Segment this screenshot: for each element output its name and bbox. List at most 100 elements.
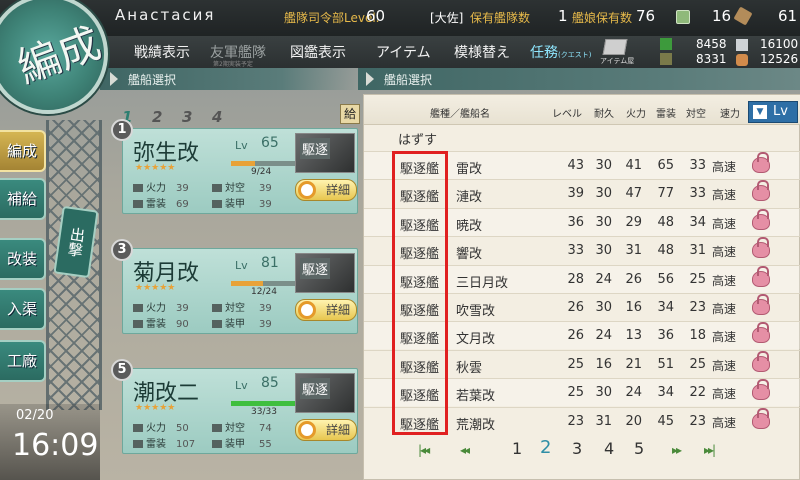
col-header-type-name: 艦種／艦船名 (430, 109, 490, 120)
anti-air-value: 39 (259, 303, 272, 314)
ship-detail-button[interactable]: 詳細 (295, 179, 357, 201)
ship-name: 吹雪改 (456, 304, 496, 319)
lock-heart-icon[interactable] (752, 237, 770, 259)
pager-page-1[interactable]: 1 (512, 439, 522, 458)
remove-ship-option[interactable]: はずす (398, 129, 437, 148)
ship-speed: 高速 (712, 387, 737, 402)
lock-heart-icon[interactable] (752, 265, 770, 287)
header-arrow-icon (366, 72, 376, 86)
fleet-ship-card[interactable]: 3 菊月改 Lv 81 ★★★★★ 12/24 火力 39 対空 39 雷装 90 装甲 39 駆逐 詳細 (111, 239, 358, 334)
pager-page-3[interactable]: 3 (572, 439, 582, 458)
sort-toggle-button[interactable]: ▼ Lv (748, 101, 798, 123)
item-shop-icon[interactable] (602, 39, 628, 55)
ship-speed: 高速 (712, 188, 737, 203)
firepower-value: 39 (176, 183, 189, 194)
lock-heart-icon[interactable] (752, 407, 770, 429)
firepower-label: 火力 (146, 303, 166, 314)
nav-quest[interactable]: 任務(クエスト) (530, 42, 591, 62)
ship-anti-air: 23 (689, 300, 706, 315)
anti-air-value: 74 (259, 423, 272, 434)
ship-speed: 高速 (712, 358, 737, 373)
ship-torpedo: 48 (657, 243, 674, 259)
nav-items[interactable]: アイテム (376, 42, 431, 62)
clock-date: 02/20 (16, 408, 54, 423)
pager-page-5[interactable]: 5 (634, 439, 644, 458)
ship-torpedo: 34 (657, 385, 674, 401)
ship-hp: 30 (595, 214, 612, 230)
fleet-ship-card[interactable]: 1 弥生改 Lv 65 ★★★★★ 9/24 火力 39 対空 39 雷装 69 装甲 39 駆逐 詳細 (111, 119, 358, 214)
ship-level: 65 (261, 135, 279, 151)
pager-first-button[interactable]: |◂◂ (418, 443, 430, 457)
ship-hp: 12/24 (251, 287, 277, 297)
sidebar-dock-button[interactable]: 入渠 (0, 288, 46, 330)
ships-owned: 76 (636, 7, 656, 25)
lock-heart-icon[interactable] (752, 152, 770, 173)
ship-hp: 30 (595, 186, 612, 202)
ship-detail-button[interactable]: 詳細 (295, 299, 357, 321)
armor-icon (212, 200, 222, 208)
fuel-icon (660, 38, 672, 50)
lock-heart-icon[interactable] (752, 379, 770, 401)
hp-bar-fill (231, 401, 295, 406)
sidebar-remodel-button[interactable]: 改装 (0, 238, 46, 280)
stat-row: 雷装 69 装甲 39 (133, 195, 279, 210)
fleet-ship-card[interactable]: 5 潮改二 Lv 85 ★★★★★ 33/33 火力 50 対空 74 雷装 107 装甲 55 駆逐 詳細 (111, 359, 358, 454)
main-nav-bar: 戦績表示 友軍艦隊 第2期実装予定 図鑑表示 アイテム 模様替え 任務(クエスト… (100, 36, 800, 68)
ship-hp: 16 (595, 356, 612, 372)
player-name: Анастасия (115, 6, 216, 24)
bauxite-icon (736, 54, 748, 66)
hp-bar (231, 401, 295, 406)
pager-next-button[interactable]: ▸▸ (672, 443, 682, 457)
lock-heart-icon[interactable] (752, 322, 770, 344)
torpedo-icon (133, 200, 143, 208)
pager-last-button[interactable]: ▸▸| (704, 443, 716, 457)
pager-prev-button[interactable]: ◂◂ (460, 443, 470, 457)
lock-heart-icon[interactable] (752, 294, 770, 315)
col-header-firepower: 火力 (626, 109, 646, 120)
item-shop-label[interactable]: アイテム屋 (600, 56, 634, 66)
fleet-tab-2[interactable]: 2 (152, 108, 176, 128)
sidebar-organize-button[interactable]: 編成 (0, 130, 46, 172)
nav-library[interactable]: 図鑑表示 (290, 42, 346, 62)
anti-air-label: 対空 (225, 303, 245, 314)
clock: 02/20 16:09 (0, 404, 100, 480)
steel-icon (736, 39, 748, 51)
anti-air-icon (212, 424, 222, 432)
torpedo-label: 雷装 (146, 319, 166, 330)
stat-row: 火力 39 対空 39 (133, 299, 279, 314)
clock-time: 16:09 (12, 428, 99, 463)
nav-quest-label: 任務 (530, 45, 558, 61)
anti-air-icon (212, 304, 222, 312)
ship-level: 81 (261, 255, 279, 271)
development-material-icon (733, 6, 753, 26)
ship-speed: 高速 (712, 245, 737, 260)
ship-firepower: 13 (625, 328, 642, 344)
hp-bar-fill (231, 161, 255, 166)
ship-detail-button[interactable]: 詳細 (295, 419, 357, 441)
fleet-tab-4[interactable]: 4 (212, 108, 236, 128)
rank: [大佐] (430, 11, 464, 25)
armor-value: 39 (259, 199, 272, 210)
ship-level: 25 (567, 356, 584, 372)
nav-furniture[interactable]: 模様替え (454, 42, 510, 62)
anti-air-value: 39 (259, 183, 272, 194)
col-header-anti-air: 対空 (686, 109, 706, 120)
col-header-level: レベル (552, 109, 582, 120)
pager-page-4[interactable]: 4 (604, 439, 614, 458)
ship-torpedo: 34 (657, 300, 674, 315)
ship-name: 文月改 (456, 332, 496, 348)
fleet-supply-button[interactable]: 給 (340, 104, 360, 124)
lock-heart-icon[interactable] (752, 208, 770, 230)
ship-level: 33 (567, 243, 584, 259)
fuel-count: 8458 (696, 37, 727, 51)
ship-firepower: 47 (625, 186, 642, 202)
ship-type-stamp: 駆逐 (300, 258, 331, 279)
fleet-tab-3[interactable]: 3 (182, 108, 206, 128)
ship-rarity-stars: ★★★★★ (135, 283, 176, 293)
sidebar-supply-button[interactable]: 補給 (0, 178, 46, 220)
lock-heart-icon[interactable] (752, 180, 770, 202)
pager-page-2[interactable]: 2 (540, 437, 551, 458)
sidebar-arsenal-button[interactable]: 工廠 (0, 340, 46, 382)
lock-heart-icon[interactable] (752, 350, 770, 372)
nav-record[interactable]: 戦績表示 (134, 42, 190, 62)
